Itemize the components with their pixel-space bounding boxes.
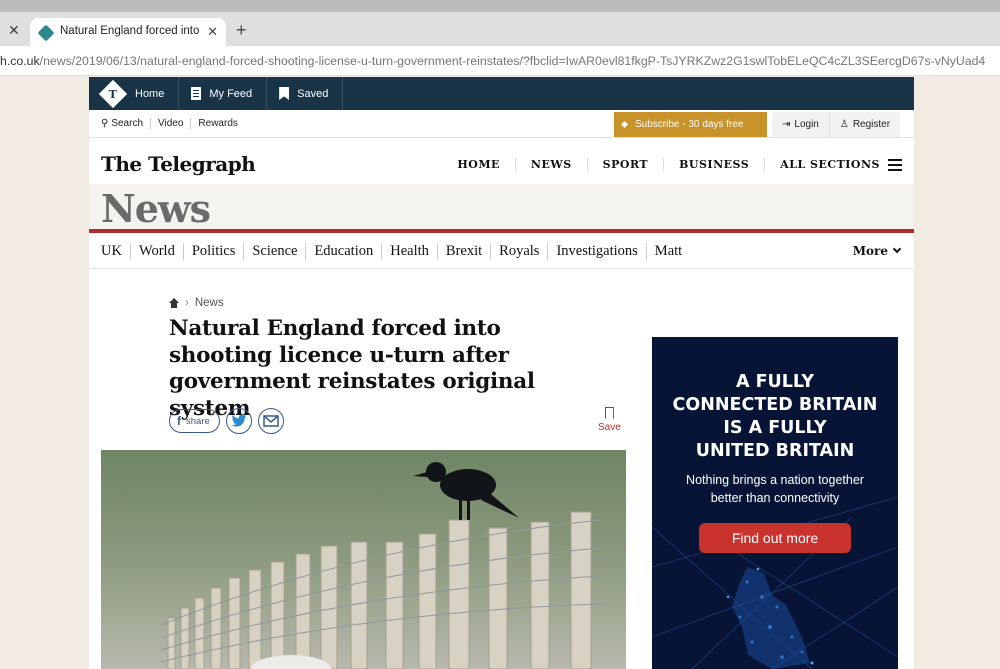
section-header: News — [89, 184, 914, 233]
feed-icon — [191, 87, 202, 100]
search-link[interactable]: ⚲ Search — [101, 118, 150, 129]
bookmark-icon — [279, 87, 290, 100]
save-label: Save — [598, 422, 621, 433]
telegraph-page: T Home My Feed Saved ⚲ Search Video Rewar… — [89, 77, 914, 669]
email-share-button[interactable] — [257, 408, 284, 434]
home-icon[interactable] — [169, 298, 179, 308]
subscribe-button[interactable]: Subscribe - 30 days free — [614, 112, 767, 137]
url-text[interactable]: h.co.uk/news/2019/06/13/natural-england-… — [0, 54, 985, 68]
twitter-share-button[interactable] — [225, 408, 252, 434]
subnav-item-world[interactable]: World — [129, 243, 183, 260]
ad-subtext: Nothing brings a nation together better … — [652, 471, 898, 507]
top-nav: T Home My Feed Saved — [89, 77, 914, 110]
register-link[interactable]: ♙ Register — [828, 112, 900, 137]
section-subnav: UK World Politics Science Education Heal… — [89, 233, 914, 269]
video-link[interactable]: Video — [150, 118, 190, 129]
main-nav-sport[interactable]: SPORT — [586, 158, 663, 171]
ad-headline-line: A FULLY — [735, 372, 815, 392]
telegraph-logo-icon: T — [98, 79, 128, 108]
window-titlebar — [0, 0, 1000, 12]
crow-on-fence-image — [101, 450, 626, 669]
search-label: Search — [111, 118, 144, 129]
breadcrumb-separator: › — [185, 297, 189, 309]
ad-sub-line: better than connectivity — [710, 491, 840, 505]
menu-icon[interactable] — [888, 158, 902, 171]
new-tab-button[interactable]: + — [236, 20, 247, 41]
ad-sub-line: Nothing brings a nation together — [686, 473, 864, 487]
main-nav-all-sections[interactable]: ALL SECTIONS — [764, 158, 888, 171]
subnav-item-health[interactable]: Health — [381, 243, 437, 260]
chevron-down-icon — [892, 244, 902, 254]
subnav-item-science[interactable]: Science — [243, 243, 305, 260]
twitter-icon — [231, 414, 247, 427]
main-nav-home[interactable]: HOME — [442, 158, 515, 171]
advertisement[interactable]: A FULLY CONNECTED BRITAIN IS A FULLY UNI… — [652, 337, 898, 669]
ad-headline-line: CONNECTED BRITAIN — [672, 395, 878, 415]
register-label: Register — [852, 119, 891, 130]
browser-tab[interactable]: Natural England forced into sho ✕ — [30, 18, 226, 46]
close-icon[interactable]: ✕ — [8, 22, 20, 39]
ad-find-out-more-button[interactable]: Find out more — [699, 523, 851, 553]
logo-letter: T — [108, 87, 118, 100]
envelope-icon — [263, 415, 279, 427]
subnav-item-education[interactable]: Education — [305, 243, 381, 260]
bookmark-icon — [604, 407, 614, 419]
address-bar[interactable]: h.co.uk/news/2019/06/13/natural-england-… — [0, 46, 1000, 76]
auth-links: ⇥ Login ♙ Register — [772, 112, 901, 137]
nav-my-feed[interactable]: My Feed — [179, 77, 268, 110]
article-headline: Natural England forced into shooting lic… — [169, 316, 535, 421]
subnav-item-matt[interactable]: Matt — [645, 243, 690, 260]
login-label: Login — [794, 119, 819, 130]
tab-title: Natural England forced into sho — [60, 25, 202, 37]
save-article-button[interactable]: Save — [598, 407, 621, 433]
breadcrumb: › News — [169, 297, 224, 309]
subnav-item-royals[interactable]: Royals — [490, 243, 547, 260]
url-path: /news/2019/06/13/natural-england-forced-… — [39, 54, 986, 68]
nav-saved[interactable]: Saved — [267, 77, 344, 110]
more-dropdown[interactable]: More — [852, 244, 902, 258]
nav-feed-label: My Feed — [209, 87, 253, 100]
section-title: News — [101, 186, 211, 231]
ad-headline: A FULLY CONNECTED BRITAIN IS A FULLY UNI… — [652, 371, 898, 463]
nav-home-label: Home — [135, 87, 165, 100]
subnav-item-politics[interactable]: Politics — [182, 243, 244, 260]
subnav-item-brexit[interactable]: Brexit — [436, 243, 490, 260]
diamond-icon — [620, 120, 629, 129]
subnav-item-investigations[interactable]: Investigations — [547, 243, 645, 260]
utility-bar: ⚲ Search Video Rewards Subscribe - 30 day… — [89, 110, 914, 138]
facebook-icon: f — [177, 414, 181, 428]
more-label: More — [852, 244, 888, 258]
ad-headline-line: IS A FULLY — [723, 418, 827, 438]
article-photo — [101, 450, 626, 669]
ad-headline-line: UNITED BRITAIN — [695, 441, 855, 461]
masthead: The Telegraph HOME NEWS SPORT BUSINESS A… — [89, 138, 914, 184]
rewards-link[interactable]: Rewards — [190, 118, 244, 129]
close-icon[interactable]: ✕ — [207, 24, 218, 40]
main-nav: HOME NEWS SPORT BUSINESS ALL SECTIONS — [442, 158, 902, 171]
share-row: f share — [169, 408, 290, 434]
search-icon: ⚲ — [101, 118, 109, 129]
breadcrumb-news[interactable]: News — [195, 297, 224, 309]
telegraph-logo[interactable]: The Telegraph — [101, 152, 256, 176]
tab-bar: ✕ Natural England forced into sho ✕ + — [0, 12, 1000, 46]
user-icon: ♙ — [839, 119, 849, 130]
main-nav-news[interactable]: NEWS — [514, 158, 587, 171]
share-label: share — [186, 415, 210, 427]
login-icon: ⇥ — [782, 119, 791, 130]
nav-home[interactable]: T Home — [89, 77, 180, 110]
subscribe-label: Subscribe - 30 days free — [635, 119, 744, 130]
favicon-icon — [37, 24, 55, 42]
main-nav-business[interactable]: BUSINESS — [663, 158, 764, 171]
subnav-item-uk[interactable]: UK — [101, 243, 130, 260]
login-link[interactable]: ⇥ Login — [772, 112, 829, 137]
url-domain: h.co.uk — [0, 54, 40, 68]
facebook-share-button[interactable]: f share — [169, 409, 220, 433]
nav-saved-label: Saved — [297, 87, 329, 100]
